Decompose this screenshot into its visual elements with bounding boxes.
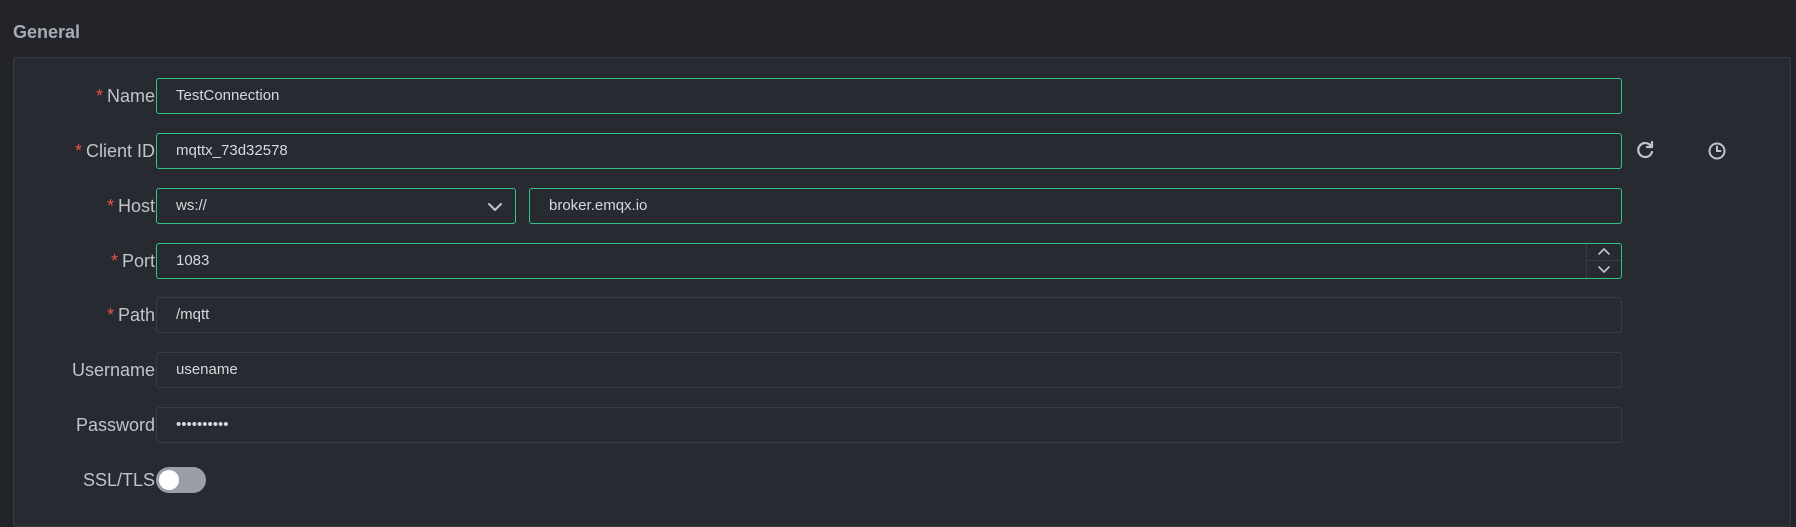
name-row: * Name TestConnection — [14, 78, 1790, 114]
ssl-toggle[interactable] — [156, 467, 206, 493]
port-input[interactable]: 1083 — [156, 243, 1622, 279]
required-marker: * — [110, 251, 118, 271]
port-stepper — [1586, 244, 1621, 278]
host-label-text: Host — [117, 196, 155, 216]
port-row: * Port 1083 — [14, 243, 1790, 279]
path-label-text: Path — [117, 305, 155, 325]
toggle-knob — [159, 470, 179, 490]
section-title: General — [13, 22, 81, 42]
required-marker: * — [106, 305, 114, 325]
password-row: Password •••••••••• — [14, 407, 1790, 443]
password-label: Password — [75, 415, 155, 435]
path-label: * Path — [25, 297, 155, 333]
username-row: Username usename — [14, 352, 1790, 388]
host-input[interactable]: broker.emqx.io — [529, 188, 1622, 224]
port-label: * Port — [25, 243, 155, 279]
chevron-down-icon — [488, 203, 502, 211]
increment-button[interactable] — [1587, 244, 1621, 261]
name-label-text: Name — [106, 86, 155, 106]
client-id-input[interactable]: mqttx_73d32578 — [156, 133, 1622, 169]
name-label: * Name — [25, 78, 155, 114]
path-input[interactable]: /mqtt — [156, 297, 1622, 333]
protocol-select[interactable]: ws:// — [156, 188, 516, 224]
required-marker: * — [95, 86, 103, 106]
host-row: * Host ws:// broker.emqx.io — [14, 188, 1790, 224]
client-id-row: * Client ID mqttx_73d32578 — [14, 133, 1790, 169]
path-row: * Path /mqtt — [14, 297, 1790, 333]
port-value: 1083 — [176, 252, 210, 269]
chevron-down-icon — [1598, 266, 1610, 273]
refresh-icon[interactable] — [1633, 139, 1657, 163]
port-label-text: Port — [121, 251, 155, 271]
username-input[interactable]: usename — [156, 352, 1622, 388]
clock-icon[interactable] — [1705, 139, 1729, 163]
client-id-label-text: Client ID — [85, 141, 155, 161]
name-input[interactable]: TestConnection — [156, 78, 1622, 114]
decrement-button[interactable] — [1587, 261, 1621, 278]
general-panel: * Name TestConnection * Client ID mqttx_73… — [13, 57, 1791, 527]
required-marker: * — [106, 196, 114, 216]
protocol-value: ws:// — [176, 197, 207, 214]
client-id-label: * Client ID — [25, 133, 155, 169]
username-label: Username — [71, 360, 155, 380]
ssl-row: SSL/TLS — [14, 462, 1790, 498]
chevron-up-icon — [1598, 248, 1610, 255]
password-input[interactable]: •••••••••• — [156, 407, 1622, 443]
ssl-label: SSL/TLS — [82, 470, 155, 490]
host-label: * Host — [25, 188, 155, 224]
required-marker: * — [74, 141, 82, 161]
